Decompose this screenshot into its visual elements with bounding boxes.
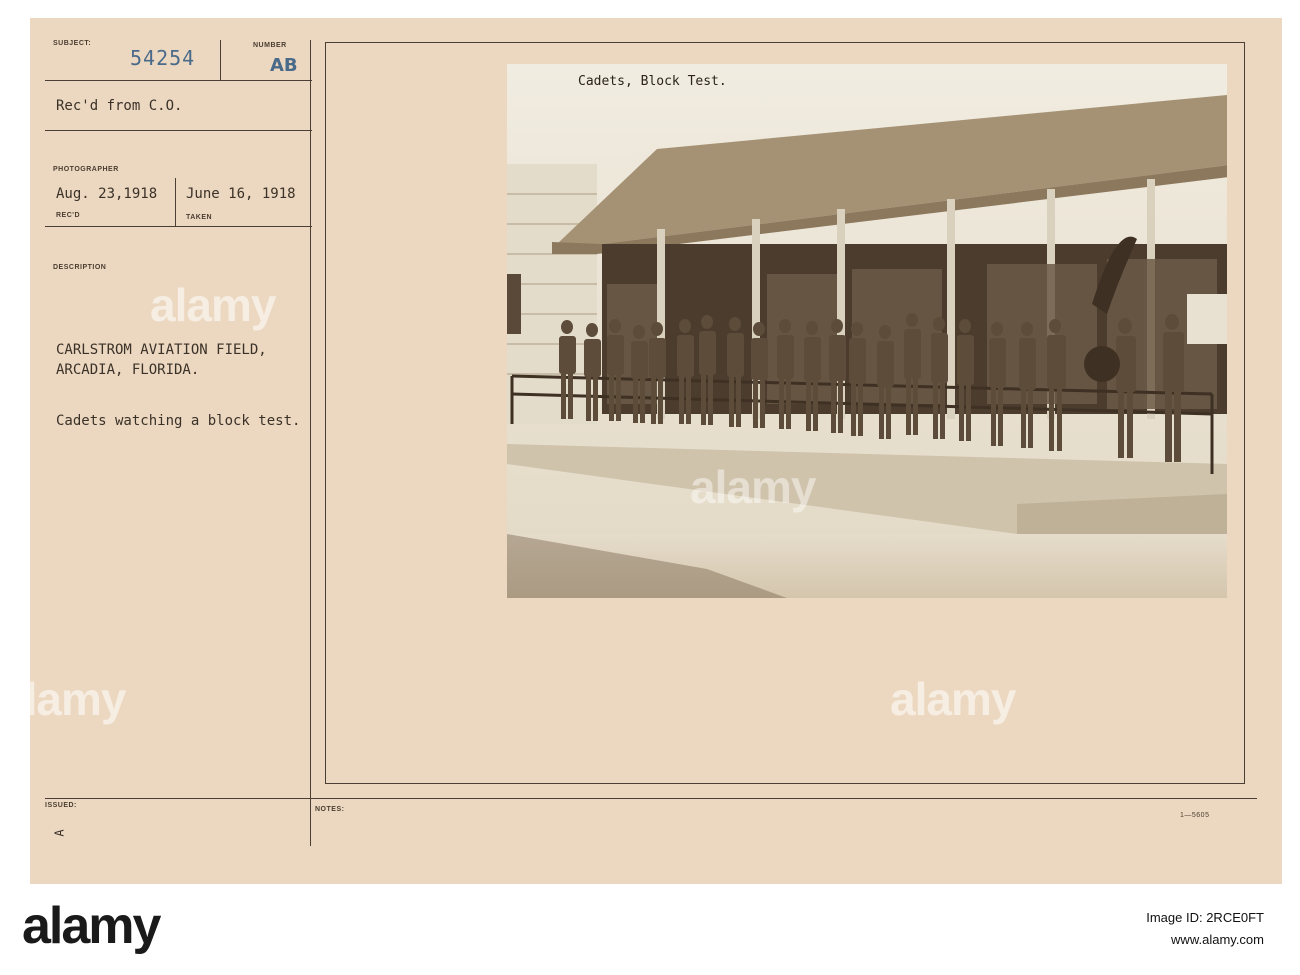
photographer-label: PHOTOGRAPHER	[53, 166, 119, 173]
taken-date: June 16, 1918	[186, 186, 296, 202]
description-line-3: Cadets watching a block test.	[56, 413, 301, 429]
recd-from: Rec'd from C.O.	[56, 98, 183, 114]
photo-frame-top	[325, 42, 1245, 43]
divider-left-column	[310, 40, 311, 846]
divider-dates	[45, 226, 312, 227]
photo-scene-illustration	[507, 64, 1227, 598]
divider-top-frame	[45, 80, 312, 81]
divider-subject-number	[220, 40, 221, 80]
watermark-4: alamy	[690, 461, 816, 513]
photo-frame-right	[1244, 42, 1245, 784]
form-code: 1—5605	[1180, 812, 1210, 819]
recd-date: Aug. 23,1918	[56, 186, 158, 202]
site-url[interactable]: www.alamy.com	[1171, 932, 1264, 947]
watermark-1: alamy	[150, 279, 276, 331]
number-value: AB	[270, 55, 298, 76]
number-label: NUMBER	[253, 42, 287, 49]
photo-caption: Cadets, Block Test.	[578, 74, 727, 89]
subject-number: 54254	[130, 46, 196, 70]
divider-bottom	[45, 798, 1257, 799]
issued-label: ISSUED:	[45, 802, 77, 809]
watermark-2: alamy	[0, 673, 126, 725]
stock-footer: alamy Image ID: 2RCE0FT www.alamy.com	[0, 884, 1300, 975]
divider-recd	[45, 130, 312, 131]
description-label: DESCRIPTION	[53, 264, 107, 271]
alamy-logo[interactable]: alamy	[22, 896, 161, 956]
description-line-1: CARLSTROM AVIATION FIELD,	[56, 342, 267, 358]
notes-label: NOTES:	[315, 806, 345, 813]
photo-frame-bottom	[325, 783, 1245, 784]
recd-label: REC'D	[56, 212, 80, 219]
image-id: Image ID: 2RCE0FT	[1146, 910, 1264, 925]
description-line-2: ARCADIA, FLORIDA.	[56, 362, 200, 378]
photo-frame-left	[325, 42, 326, 784]
historic-photograph	[507, 64, 1227, 598]
watermark-3: alamy	[890, 673, 1016, 725]
subject-label: SUBJECT:	[53, 40, 92, 47]
issued-mark: A	[52, 829, 67, 837]
taken-label: TAKEN	[186, 214, 213, 221]
divider-date-columns	[175, 178, 176, 226]
